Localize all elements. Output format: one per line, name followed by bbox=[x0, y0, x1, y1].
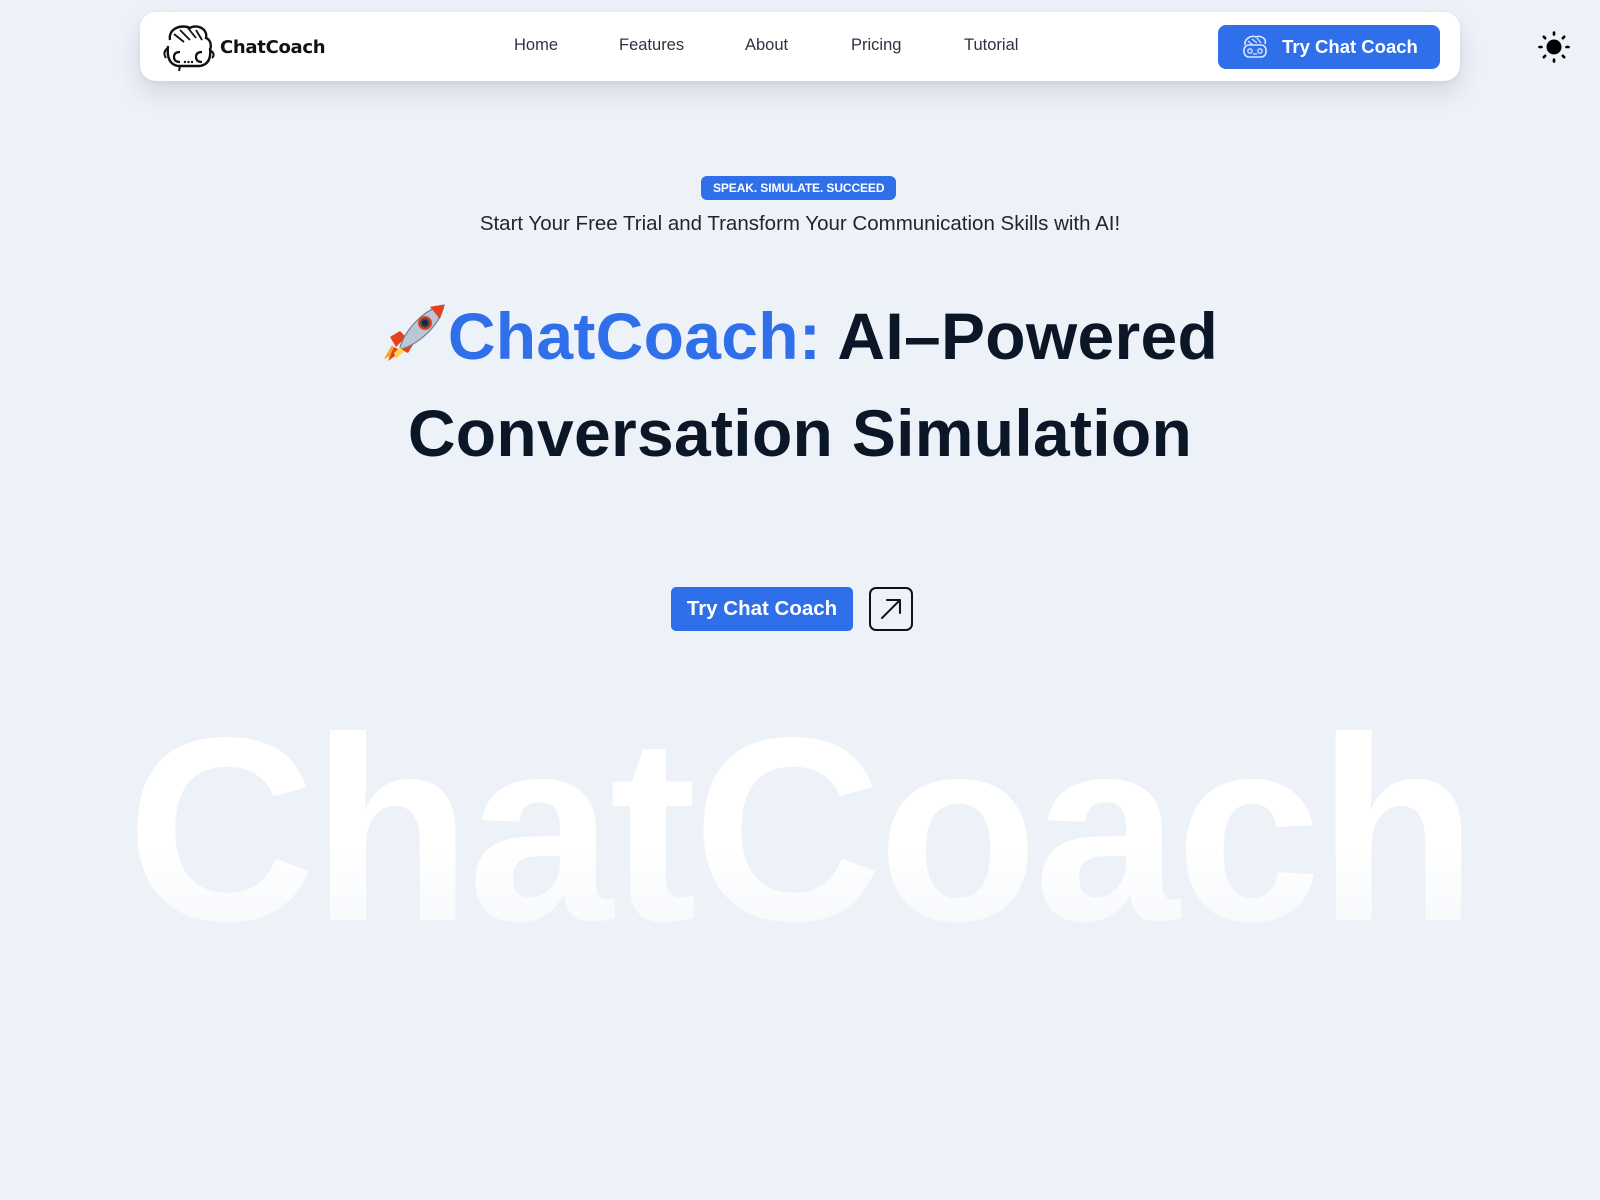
sun-icon bbox=[1538, 31, 1570, 63]
arrow-up-right-icon bbox=[881, 599, 901, 619]
nav-try-chat-coach-button[interactable]: Try Chat Coach bbox=[1218, 25, 1440, 69]
nav-link-pricing[interactable]: Pricing bbox=[851, 36, 901, 55]
theme-toggle-button[interactable] bbox=[1537, 30, 1571, 64]
hero-try-chat-coach-button[interactable]: Try Chat Coach bbox=[671, 587, 853, 631]
hero-subtitle: Start Your Free Trial and Transform Your… bbox=[479, 212, 1121, 235]
rocket-icon bbox=[383, 304, 445, 361]
tagline-badge: SPEAK. SIMULATE. SUCCEED bbox=[701, 176, 897, 200]
nav-link-about[interactable]: About bbox=[745, 36, 788, 55]
external-link-button[interactable] bbox=[869, 587, 913, 631]
hero-title-line2: Conversation Simulation bbox=[407, 396, 1193, 470]
watermark: ChatCoach bbox=[0, 700, 1600, 940]
hero-title-accent: ChatCoach: bbox=[447, 299, 822, 373]
nav-link-features[interactable]: Features bbox=[619, 36, 684, 55]
hero-title-line1: AI–Powered bbox=[837, 299, 1219, 373]
nav-cta-label: Try Chat Coach bbox=[1282, 36, 1418, 57]
nav-link-tutorial[interactable]: Tutorial bbox=[964, 36, 1018, 55]
watermark-text: ChatCoach bbox=[0, 700, 1600, 940]
hero-title: ChatCoach: AI–Powered Conversation Simul… bbox=[0, 288, 1600, 482]
nav-link-home[interactable]: Home bbox=[514, 36, 558, 55]
navbar: ChatCoach Home Features About Pricing Tu… bbox=[140, 12, 1460, 81]
chatcoach-mascot-icon bbox=[1243, 35, 1267, 58]
